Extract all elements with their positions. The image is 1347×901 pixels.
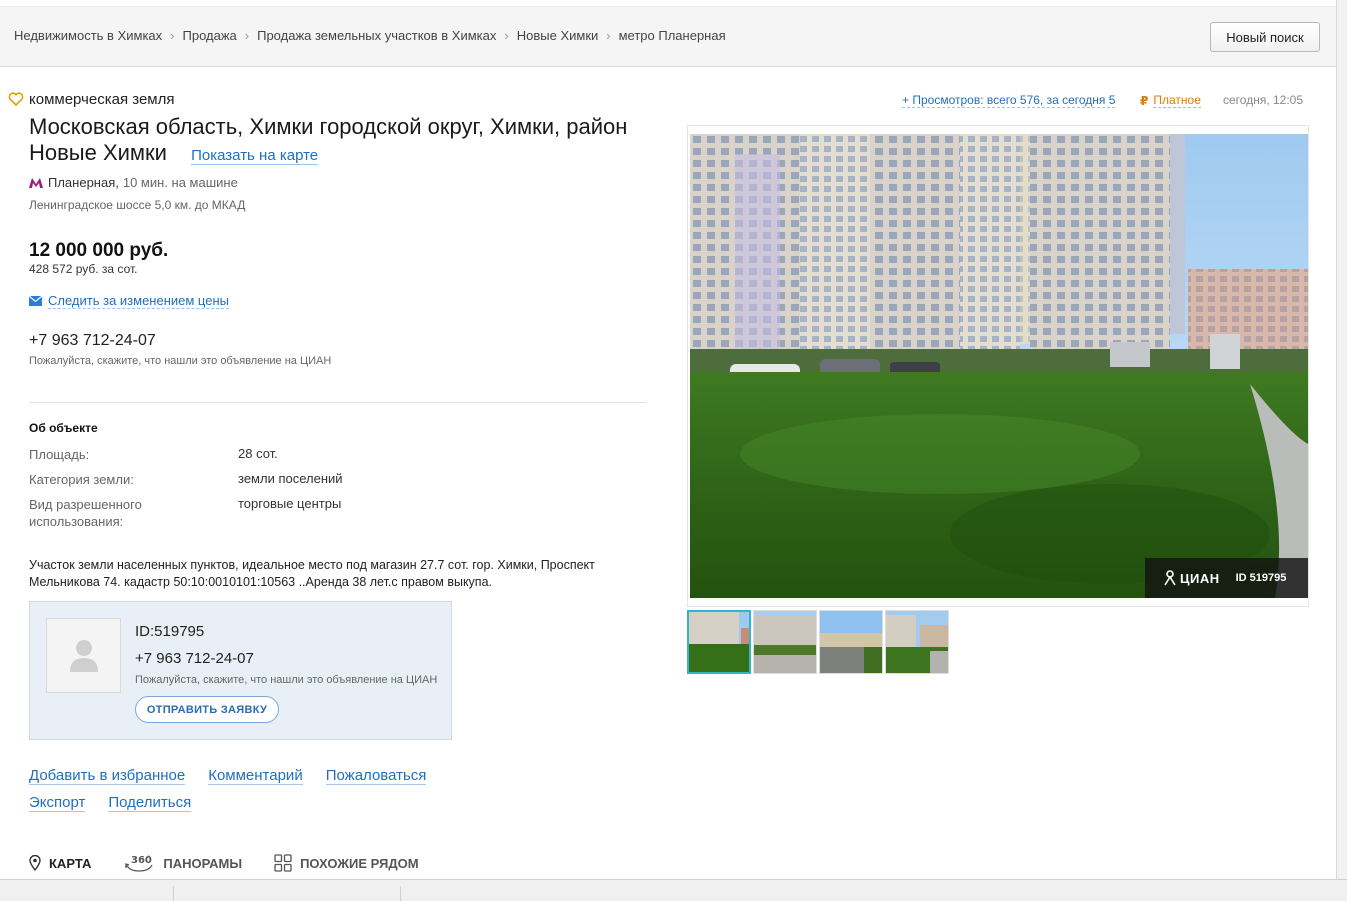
paid-badge[interactable]: ₽ Платное [1140, 93, 1201, 108]
breadcrumb-separator: › [244, 28, 250, 43]
bottom-bar-divider [400, 886, 401, 901]
svg-text:°: ° [147, 855, 150, 862]
thumbnail-image [689, 612, 749, 672]
thumbnail-image [754, 611, 816, 673]
photo-illustration [690, 134, 1308, 598]
prop-label-area: Площадь: [29, 447, 90, 462]
show-on-map-link[interactable]: Показать на карте [191, 147, 319, 165]
tab-map-label: КАРТА [49, 855, 92, 871]
grid-icon [274, 854, 292, 872]
prop-label-permitted-use: Вид разрешенного использования: [29, 497, 142, 529]
metro-station[interactable]: Планерная, [48, 175, 119, 190]
ruble-icon: ₽ [1140, 93, 1149, 108]
actions-row-2: Экспорт Поделиться [29, 794, 214, 812]
thumbnail[interactable] [687, 610, 751, 674]
tab-similar-nearby-label: ПОХОЖИЕ РЯДОМ [300, 855, 419, 871]
photo-id: ID 519795 [1235, 572, 1287, 584]
listing-address: Московская область, Химки городской окру… [29, 114, 649, 169]
views-label: + Просмотров: всего 576, за сегодня 5 [902, 93, 1116, 108]
contact-card: ID:519795 +7 963 712-24-07 Пожалуйста, с… [29, 601, 452, 740]
cian-logo: ЦИАН [1163, 570, 1220, 586]
contact-phone[interactable]: +7 963 712-24-07 [135, 650, 254, 667]
thumbnail-image [886, 611, 948, 673]
export-link[interactable]: Экспорт [29, 794, 86, 812]
metro-icon [29, 177, 43, 188]
divider [29, 402, 646, 403]
main-photo[interactable]: ЦИАН ID 519795 [690, 134, 1308, 598]
bottom-bar-divider [173, 886, 174, 901]
cian-logo-text: ЦИАН [1180, 570, 1220, 586]
photo-gallery: ЦИАН ID 519795 [687, 125, 1309, 607]
breadcrumb-item[interactable]: метро Планерная [619, 28, 726, 43]
tab-similar-nearby[interactable]: ПОХОЖИЕ РЯДОМ [274, 854, 419, 872]
price: 12 000 000 руб. [29, 240, 169, 261]
heart-icon[interactable] [8, 91, 24, 107]
user-icon [69, 639, 98, 672]
watch-price-link[interactable]: Следить за изменением цены [29, 293, 229, 309]
breadcrumb-separator: › [170, 28, 175, 43]
tab-map[interactable]: КАРТА [29, 855, 91, 871]
metro-info: Планерная, 10 мин. на машине [29, 175, 238, 190]
prop-value-land-category: земли поселений [238, 471, 343, 486]
breadcrumb-item[interactable]: Недвижимость в Химках [14, 28, 162, 43]
browser-bottom-bar [0, 879, 1347, 901]
actions-row-1: Добавить в избранное Комментарий Пожалов… [29, 767, 449, 785]
avatar [46, 618, 121, 693]
map-pin-icon [29, 855, 41, 871]
report-link[interactable]: Пожаловаться [325, 767, 427, 785]
publish-datetime: сегодня, 12:05 [1223, 93, 1304, 107]
price-per-unit: 428 572 руб. за сот. [29, 262, 138, 276]
thumbnail[interactable] [819, 610, 883, 674]
thumbnail[interactable] [753, 610, 817, 674]
bottom-tabs: КАРТА 360 ° ПАНОРАМЫ ПОХОЖИЕ РЯДОМ [29, 853, 451, 873]
contact-mention-cian-text: Пожалуйста, скажите, что нашли это объяв… [135, 674, 438, 686]
send-request-button[interactable]: ОТПРАВИТЬ ЗАЯВКУ [135, 696, 279, 723]
mention-cian-text: Пожалуйста, скажите, что нашли это объяв… [29, 355, 332, 367]
breadcrumb-item[interactable]: Продажа земельных участков в Химках [257, 28, 496, 43]
share-link[interactable]: Поделиться [108, 794, 192, 812]
breadcrumb-separator: › [504, 28, 509, 43]
comment-link[interactable]: Комментарий [208, 767, 303, 785]
paid-label: Платное [1153, 93, 1201, 108]
thumbnail-image [820, 611, 882, 673]
views-counter[interactable]: + Просмотров: всего 576, за сегодня 5 [902, 93, 1116, 108]
phone-number[interactable]: +7 963 712-24-07 [29, 332, 156, 350]
tab-panoramas[interactable]: 360 ° ПАНОРАМЫ [123, 853, 242, 873]
breadcrumb-item[interactable]: Продажа [183, 28, 237, 43]
breadcrumb: Недвижимость в Химках › Продажа › Продаж… [14, 28, 726, 43]
highway-distance: Ленинградское шоссе 5,0 км. до МКАД [29, 198, 246, 212]
new-search-button[interactable]: Новый поиск [1210, 22, 1320, 52]
about-title: Об объекте [29, 421, 98, 435]
listing-description: Участок земли населенных пунктов, идеаль… [29, 558, 595, 589]
metro-distance: 10 мин. на машине [122, 175, 238, 190]
breadcrumb-separator: › [606, 28, 611, 43]
breadcrumb-item[interactable]: Новые Химки [517, 28, 599, 43]
thumbnail[interactable] [885, 610, 949, 674]
contact-id: ID:519795 [135, 623, 205, 640]
page-edge [1336, 0, 1347, 901]
cian-logo-icon [1164, 570, 1176, 586]
tab-panoramas-label: ПАНОРАМЫ [163, 855, 243, 871]
prop-value-permitted-use: торговые центры [238, 496, 342, 511]
envelope-icon [29, 296, 42, 306]
panorama-360-icon: 360 ° [125, 855, 153, 872]
add-to-favorites-link[interactable]: Добавить в избранное [29, 767, 186, 785]
prop-label-land-category: Категория земли: [29, 472, 134, 487]
watch-price-label: Следить за изменением цены [48, 293, 229, 309]
photo-thumbnails [687, 610, 951, 674]
address-text: Московская область, Химки городской окру… [29, 114, 628, 165]
top-bar: Недвижимость в Химках › Продажа › Продаж… [0, 6, 1336, 67]
prop-value-area: 28 сот. [238, 446, 278, 461]
listing-category: коммерческая земля [29, 91, 175, 108]
photo-watermark: ЦИАН ID 519795 [1145, 558, 1308, 598]
